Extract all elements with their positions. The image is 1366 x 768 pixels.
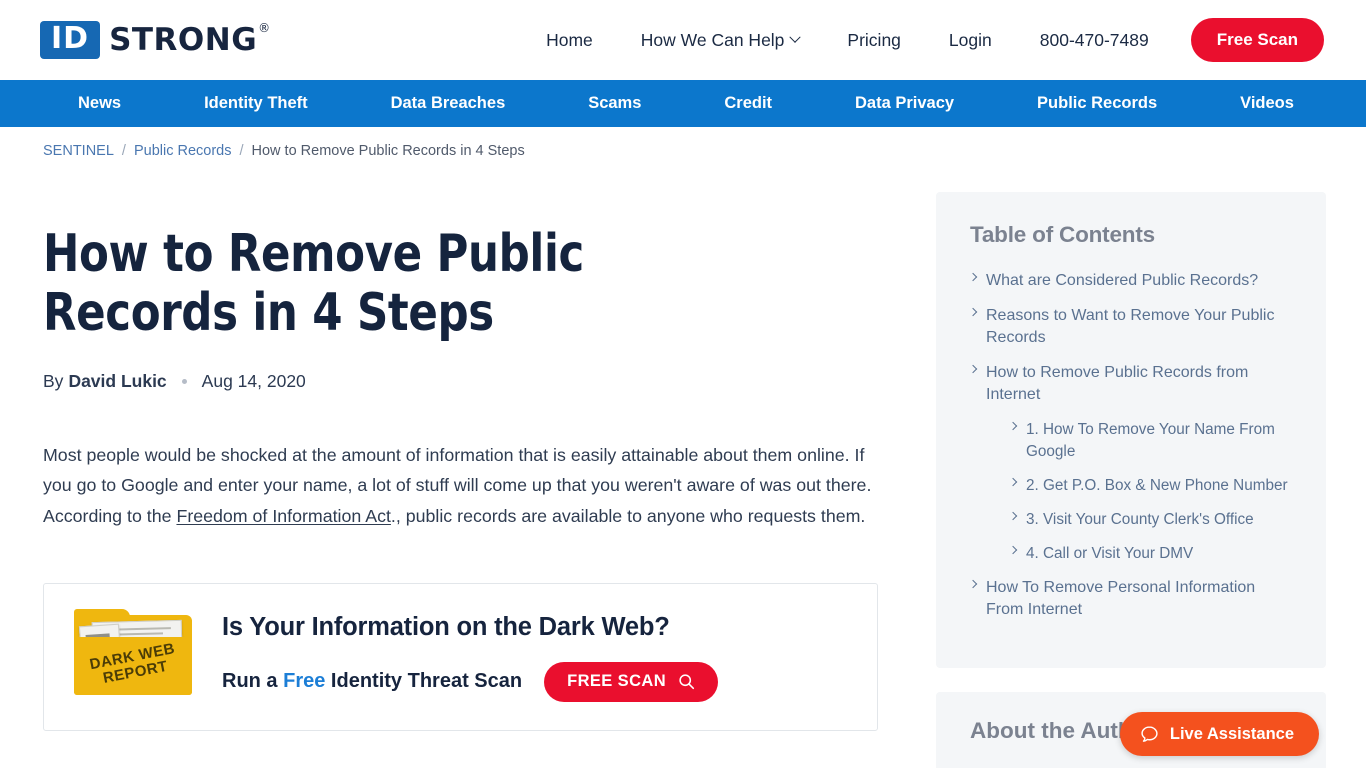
nav-item-phone-number[interactable]: 800-470-7489 — [1016, 30, 1173, 51]
live-assistance-label: Live Assistance — [1169, 724, 1294, 743]
foia-link[interactable]: Freedom of Information Act — [176, 506, 390, 526]
nav-item-phone-number-label: 800-470-7489 — [1039, 29, 1149, 50]
logo-wordmark: STRONG ® — [109, 20, 271, 58]
chevron-right-icon — [1008, 511, 1018, 520]
toc-subitem-call-or-visit-dmv[interactable]: 4. Call or Visit Your DMV — [1008, 543, 1294, 564]
registered-trademark-icon: ® — [258, 20, 271, 35]
dark-web-banner-heading: Is Your Information on the Dark Web? — [222, 612, 670, 641]
toc-item-how-to-remove-from-internet[interactable]: How to Remove Public Records from Intern… — [968, 362, 1294, 406]
breadcrumb-link-public-records[interactable]: Public Records — [134, 143, 232, 159]
chevron-right-icon — [968, 364, 978, 374]
chevron-right-icon — [968, 579, 978, 589]
page-title: How to Remove Public Records in 4 Steps — [43, 224, 584, 344]
search-icon — [679, 674, 695, 690]
live-assistance-button[interactable]: Live Assistance — [1119, 712, 1319, 756]
free-scan-header-button[interactable]: Free Scan — [1190, 18, 1324, 62]
chevron-right-icon — [1008, 545, 1018, 555]
category-navigation: News Identity Theft Data Breaches Scams … — [0, 80, 1366, 127]
article-intro-paragraph: Most people would be shocked at the amou… — [43, 440, 876, 532]
toc-item-label: How To Remove Personal Information From … — [986, 578, 1256, 619]
breadcrumb: SENTINEL / Public Records / How to Remov… — [0, 127, 1366, 163]
chat-bubble-icon — [1141, 725, 1158, 742]
article-byline: By David Lukic Aug 14, 2020 — [43, 371, 878, 392]
toc-item-label: How to Remove Public Records from Intern… — [986, 364, 1249, 404]
byline-by-label: By — [43, 370, 64, 391]
nav-item-home-label: Home — [546, 29, 593, 50]
breadcrumb-separator: / — [121, 143, 126, 159]
toc-subitem-visit-county-clerk[interactable]: 3. Visit Your County Clerk's Office — [1008, 509, 1294, 530]
nav-item-login-label: Login — [948, 29, 992, 50]
free-scan-banner-label: FREE SCAN — [567, 672, 667, 691]
table-of-contents-list: What are Considered Public Records? Reas… — [968, 270, 1294, 621]
logo-word-text: STRONG — [109, 21, 258, 58]
category-nav-scams[interactable]: Scams — [588, 94, 641, 113]
dark-web-report-folder-icon: DARK WEB REPORT — [74, 609, 194, 699]
toc-item-label: 4. Call or Visit Your DMV — [1026, 544, 1194, 562]
toc-item-label: 1. How To Remove Your Name From Google — [1026, 421, 1275, 460]
nav-item-how-we-can-help-label: How We Can Help — [640, 29, 785, 50]
chevron-down-icon — [789, 31, 802, 43]
chevron-right-icon — [1008, 477, 1018, 486]
chevron-right-icon — [1008, 422, 1018, 431]
category-nav-news[interactable]: News — [78, 94, 121, 113]
paragraph-text-after-link: ., public records are available to anyon… — [390, 505, 866, 526]
site-header: ID STRONG ® Home How We Can Help Pricing … — [0, 0, 1366, 80]
category-nav-credit[interactable]: Credit — [724, 94, 772, 113]
site-logo[interactable]: ID STRONG ® — [40, 21, 270, 59]
category-nav-videos[interactable]: Videos — [1240, 94, 1294, 113]
category-nav-data-privacy[interactable]: Data Privacy — [855, 94, 954, 113]
primary-navigation: Home How We Can Help Pricing Login 800-4… — [522, 18, 1324, 62]
nav-item-login[interactable]: Login — [925, 30, 1016, 51]
toc-item-label: 3. Visit Your County Clerk's Office — [1026, 510, 1254, 528]
chevron-right-icon — [968, 307, 978, 317]
toc-item-remove-personal-information[interactable]: How To Remove Personal Information From … — [968, 577, 1294, 621]
nav-item-home[interactable]: Home — [522, 30, 617, 51]
article-column: How to Remove Public Records in 4 Steps … — [43, 163, 878, 732]
dark-web-banner-subheading: Run a Free Identity Threat Scan FREE SCA… — [222, 661, 847, 702]
breadcrumb-current-page: How to Remove Public Records in 4 Steps — [251, 143, 525, 159]
breadcrumb-separator-2: / — [239, 143, 244, 159]
table-of-contents-card: Table of Contents What are Considered Pu… — [936, 192, 1326, 669]
logo-badge-id: ID — [40, 21, 101, 59]
byline-author[interactable]: David Lukic — [68, 371, 166, 392]
nav-item-pricing[interactable]: Pricing — [823, 30, 925, 51]
subheading-free-highlight: Free — [283, 670, 326, 693]
category-nav-public-records[interactable]: Public Records — [1037, 94, 1157, 113]
free-scan-banner-button[interactable]: FREE SCAN — [544, 661, 719, 702]
category-nav-identity-theft[interactable]: Identity Theft — [204, 94, 308, 113]
subheading-prefix: Run a — [222, 670, 284, 693]
table-of-contents-title: Table of Contents — [970, 222, 1155, 247]
breadcrumb-link-sentinel[interactable]: SENTINEL — [43, 143, 114, 159]
subheading-suffix: Identity Threat Scan — [325, 670, 523, 693]
toc-item-reasons-to-want-to-remove[interactable]: Reasons to Want to Remove Your Public Re… — [968, 305, 1294, 349]
toc-subitem-get-po-box[interactable]: 2. Get P.O. Box & New Phone Number — [1008, 475, 1294, 496]
nav-item-pricing-label: Pricing — [847, 29, 901, 50]
chevron-right-icon — [968, 272, 978, 282]
dark-web-report-banner[interactable]: DARK WEB REPORT Is Your Information on t… — [43, 583, 878, 732]
dark-web-banner-text: Is Your Information on the Dark Web? Run… — [222, 613, 847, 702]
toc-item-label: 2. Get P.O. Box & New Phone Number — [1026, 476, 1288, 494]
dark-web-subheading-text: Run a Free Identity Threat Scan — [222, 670, 522, 693]
nav-item-how-we-can-help[interactable]: How We Can Help — [617, 30, 824, 51]
byline-separator-dot — [181, 378, 187, 384]
toc-item-label: What are Considered Public Records? — [986, 272, 1259, 289]
byline-date: Aug 14, 2020 — [201, 370, 306, 391]
toc-subitem-remove-name-from-google[interactable]: 1. How To Remove Your Name From Google — [1008, 419, 1294, 461]
page-layout: How to Remove Public Records in 4 Steps … — [0, 163, 1366, 768]
category-nav-data-breaches[interactable]: Data Breaches — [391, 94, 506, 113]
toc-item-label: Reasons to Want to Remove Your Public Re… — [986, 307, 1275, 347]
sidebar-column: Table of Contents What are Considered Pu… — [936, 163, 1326, 768]
toc-item-what-are-considered-public-records[interactable]: What are Considered Public Records? — [968, 270, 1294, 292]
